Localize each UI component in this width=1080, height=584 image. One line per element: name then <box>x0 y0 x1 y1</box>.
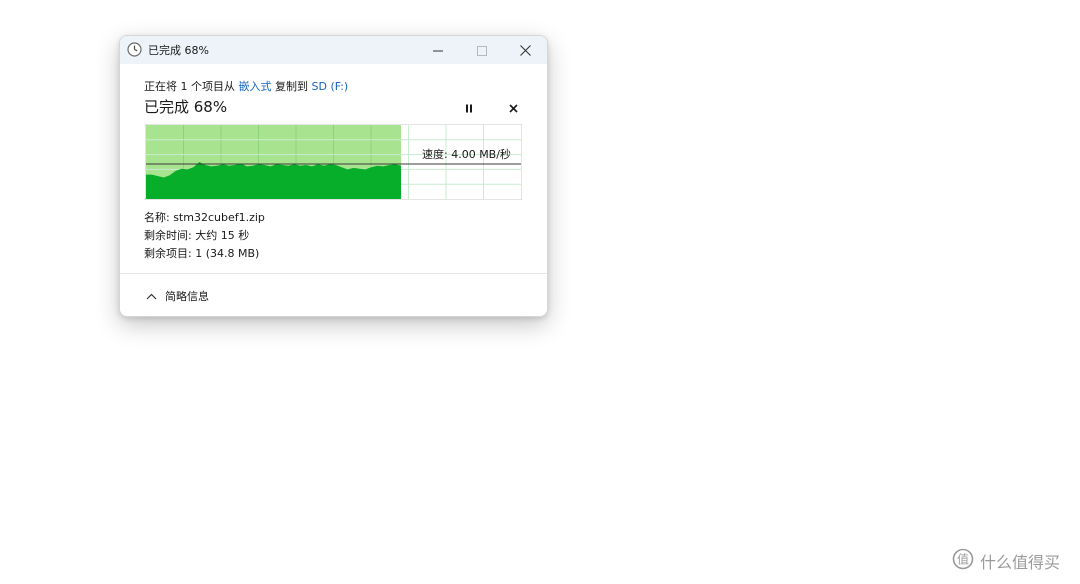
pause-icon <box>465 98 473 117</box>
source-link[interactable]: 嵌入式 <box>239 80 272 93</box>
file-name-label: 名称: stm32cubef1.zip <box>144 211 265 224</box>
fewer-details-label: 简略信息 <box>165 290 209 303</box>
minimize-button[interactable] <box>415 36 461 64</box>
fewer-details-toggle[interactable]: 简略信息 <box>146 287 209 305</box>
watermark: 值 什么值得买 <box>952 548 1061 574</box>
copy-middle: 复制到 <box>275 80 308 93</box>
maximize-button[interactable] <box>459 36 505 64</box>
window-title: 已完成 68% <box>148 44 209 57</box>
clock-icon <box>127 42 142 57</box>
svg-text:值: 值 <box>957 552 969 567</box>
minimize-icon <box>433 41 443 60</box>
pause-button[interactable] <box>460 98 478 116</box>
maximize-icon <box>477 41 487 60</box>
copy-description: 正在将 1 个项目从 嵌入式 复制到 SD (F:) <box>144 78 348 94</box>
watermark-text: 什么值得买 <box>980 553 1061 572</box>
chevron-up-icon <box>146 290 157 303</box>
speed-label: 速度: 4.00 MB/秒 <box>422 148 511 161</box>
copy-prefix: 正在将 1 个项目从 <box>144 80 235 93</box>
close-icon <box>508 98 518 117</box>
destination-link[interactable]: SD (F:) <box>312 80 349 93</box>
speed-graph <box>145 124 522 200</box>
window-close-button[interactable] <box>502 36 547 64</box>
close-icon <box>519 41 531 60</box>
progress-title: 已完成 68% <box>144 98 228 116</box>
file-copy-dialog: 已完成 68% 正在将 1 个项目从 嵌入式 复制到 SD (F:) 已完成 6 <box>119 35 548 317</box>
smzdm-logo-icon: 值 <box>952 548 974 574</box>
items-remaining-label: 剩余项目: 1 (34.8 MB) <box>144 247 260 260</box>
divider <box>120 273 547 274</box>
cancel-copy-button[interactable] <box>504 98 522 116</box>
title-bar[interactable]: 已完成 68% <box>120 36 547 64</box>
time-remaining-label: 剩余时间: 大约 15 秒 <box>144 229 250 242</box>
